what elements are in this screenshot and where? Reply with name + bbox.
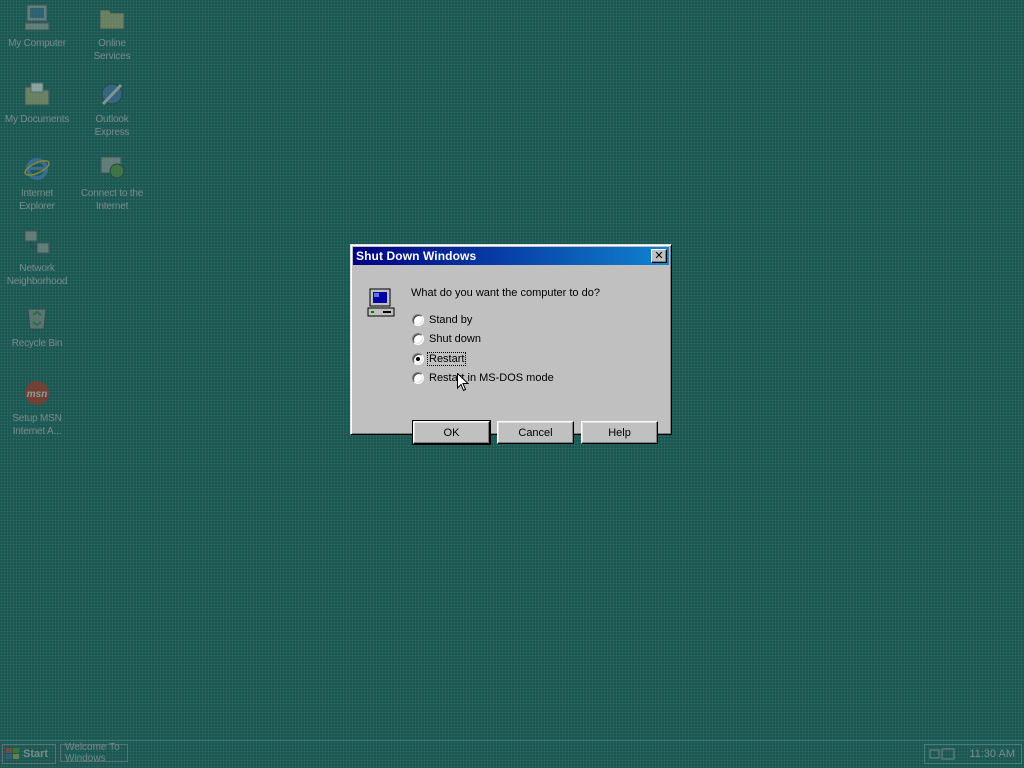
start-button[interactable]: Start: [2, 744, 56, 764]
desktop-icon-label: Outlook Express: [94, 114, 130, 138]
option-label: Restart: [426, 352, 467, 366]
option-label: Restart in MS-DOS mode: [429, 372, 554, 384]
option-shut-down[interactable]: Shut down: [412, 333, 482, 345]
desktop-icon-label: Setup MSN Internet A...: [12, 413, 62, 437]
cancel-button[interactable]: Cancel: [497, 421, 574, 444]
my-computer-icon: [21, 2, 53, 34]
taskbar-button-label: Welcome To Windows: [65, 742, 120, 764]
desktop-icon-label: My Documents: [4, 114, 70, 125]
option-label: Stand by: [429, 314, 473, 326]
desktop-icon-label: Connect to the Internet: [80, 188, 144, 212]
shut-down-dialog: Shut Down Windows ✕ What do you want the…: [350, 244, 672, 445]
start-label: Start: [23, 748, 49, 760]
system-tray: 11:30 AM: [924, 744, 1022, 764]
internet-explorer-icon: [21, 152, 53, 184]
option-stand-by[interactable]: Stand by: [412, 314, 473, 326]
close-button[interactable]: ✕: [651, 249, 667, 263]
desktop-icon-outlook-express[interactable]: Outlook Express: [73, 78, 151, 139]
desktop-icon-label: My Computer: [8, 38, 66, 49]
desktop-icon-recycle-bin[interactable]: Recycle Bin: [0, 302, 76, 350]
desktop-icon-label: Online Services: [93, 38, 131, 62]
radio-button[interactable]: [412, 333, 424, 345]
desktop-icon-network-neighborhood[interactable]: Network Neighborhood: [0, 227, 76, 288]
msn-icon: msn: [21, 377, 53, 409]
desktop-icon-my-documents[interactable]: My Documents: [0, 78, 76, 126]
clock[interactable]: 11:30 AM: [969, 748, 1015, 760]
help-button[interactable]: Help: [581, 421, 658, 444]
desktop-icon-label: Network Neighborhood: [6, 263, 68, 287]
documents-folder-icon: [21, 78, 53, 110]
connection-wizard-icon: [96, 152, 128, 184]
network-icon: [21, 227, 53, 259]
dialog-body: What do you want the computer to do? Sta…: [353, 265, 669, 445]
option-restart[interactable]: Restart: [412, 352, 467, 366]
tray-icons[interactable]: [929, 747, 957, 761]
desktop-icon-setup-msn[interactable]: msn Setup MSN Internet A...: [0, 377, 76, 438]
desktop-icon-label: Recycle Bin: [11, 338, 63, 349]
outlook-express-icon: [96, 78, 128, 110]
taskbar: Start Welcome To Windows 11:30 AM: [0, 740, 1024, 768]
radio-button[interactable]: [412, 372, 424, 384]
svg-text:msn: msn: [27, 389, 48, 400]
dialog-question: What do you want the computer to do?: [411, 287, 600, 299]
dialog-title: Shut Down Windows: [356, 249, 477, 263]
dialog-titlebar[interactable]: Shut Down Windows ✕: [353, 247, 669, 265]
recycle-bin-icon: [21, 302, 53, 334]
ok-button[interactable]: OK: [412, 420, 491, 445]
taskbar-button-welcome[interactable]: Welcome To Windows: [60, 742, 128, 764]
desktop-icon-connect-internet[interactable]: Connect to the Internet: [73, 152, 151, 213]
desktop-icon-internet-explorer[interactable]: Internet Explorer: [0, 152, 76, 213]
desktop-icon-label: Internet Explorer: [19, 188, 55, 212]
option-label: Shut down: [429, 333, 481, 345]
computer-icon: [365, 287, 397, 322]
desktop-icon-my-computer[interactable]: My Computer: [0, 2, 76, 50]
windows-logo-icon: [6, 748, 19, 759]
radio-button[interactable]: [412, 314, 424, 326]
close-icon: ✕: [654, 249, 664, 262]
option-restart-ms-dos[interactable]: Restart in MS-DOS mode: [412, 372, 555, 384]
folder-icon: [96, 2, 128, 34]
desktop-icon-online-services[interactable]: Online Services: [73, 2, 151, 63]
radio-button-selected[interactable]: [412, 353, 424, 365]
radio-dot-icon: [416, 357, 420, 361]
